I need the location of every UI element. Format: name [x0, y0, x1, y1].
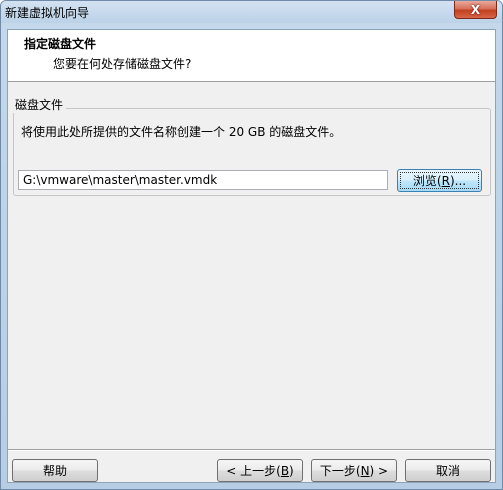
title-bar[interactable]: 新建虚拟机向导 X	[1, 1, 502, 23]
footer-separator	[8, 449, 495, 451]
page-subtitle: 您要在何处存储磁盘文件?	[53, 57, 192, 71]
disk-file-description: 将使用此处所提供的文件名称创建一个 20 GB 的磁盘文件。	[21, 125, 342, 139]
help-button[interactable]: 帮助	[12, 459, 98, 482]
disk-file-path-input[interactable]	[18, 170, 388, 190]
page-title: 指定磁盘文件	[24, 37, 97, 51]
disk-file-group-label: 磁盘文件	[12, 96, 67, 113]
back-button[interactable]: < 上一步(B)	[217, 459, 303, 482]
cancel-button[interactable]: 取消	[405, 459, 491, 482]
wizard-header: 指定磁盘文件 您要在何处存储磁盘文件?	[8, 30, 495, 82]
next-button[interactable]: 下一步(N) >	[311, 459, 397, 482]
close-icon: X	[470, 2, 481, 17]
close-button[interactable]: X	[454, 1, 497, 19]
window-title: 新建虚拟机向导	[5, 6, 90, 20]
wizard-body: 指定磁盘文件 您要在何处存储磁盘文件? 磁盘文件 将使用此处所提供的文件名称创建…	[7, 29, 496, 483]
browse-button[interactable]: 浏览(R)...	[397, 169, 482, 192]
wizard-window: 新建虚拟机向导 X 指定磁盘文件 您要在何处存储磁盘文件? 磁盘文件 将使用此处…	[0, 0, 503, 490]
